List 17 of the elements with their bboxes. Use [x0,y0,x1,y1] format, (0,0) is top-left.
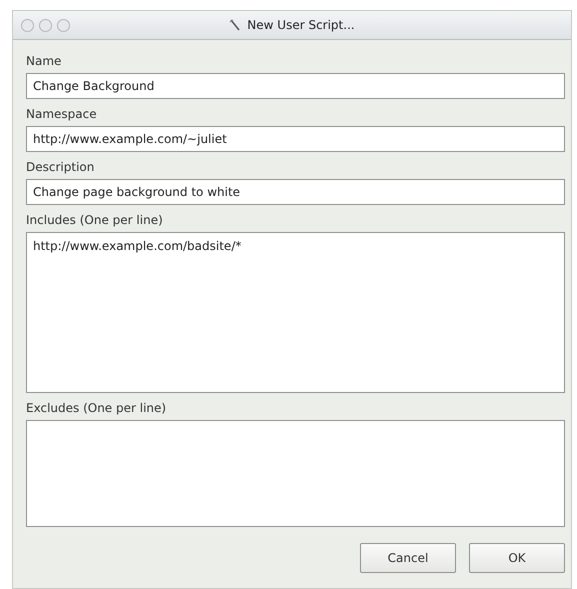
field-label: Excludes (One per line) [26,401,168,415]
field-label: Includes (One per line) [26,213,164,227]
ok-button[interactable]: OK [469,543,565,573]
window-title: New User Script... [247,18,355,32]
field-label: Name [26,54,62,68]
zoom-button[interactable] [57,18,70,32]
field-label: Description [26,160,96,174]
close-button[interactable] [21,18,34,32]
text-area[interactable]: http://www.example.com/badsite/* [26,232,565,393]
cancel-button[interactable]: Cancel [360,543,456,573]
minimize-button[interactable] [39,18,52,32]
field-label: Namespace [26,107,98,121]
text-field[interactable]: Change Background [26,73,565,99]
text-field[interactable]: http://www.example.com/~juliet [26,126,565,152]
text-area[interactable] [26,420,565,527]
text-field[interactable]: Change page background to white [26,179,565,205]
script-icon [229,19,242,31]
